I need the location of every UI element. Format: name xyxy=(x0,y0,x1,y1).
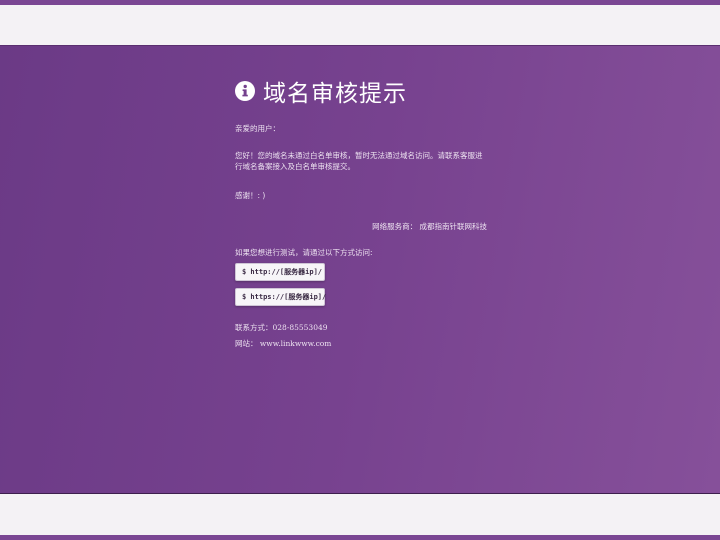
bottom-band xyxy=(0,494,720,535)
https-command-box[interactable]: $ https://[服务器ip]/ xyxy=(235,288,326,306)
notice-content: 域名审核提示 亲爱的用户： 您好！您的域名未通过白名单审核，暂时无法通过域名访问… xyxy=(235,76,487,348)
test-intro-text: 如果您想进行测试，请通过以下方式访问: xyxy=(235,248,373,257)
http-command-box[interactable]: $ http://[服务器ip]/ xyxy=(235,263,325,281)
website-label: 网站： xyxy=(235,339,258,348)
message-text: 您好！您的域名未通过白名单审核，暂时无法通过域名访问。请联系客服进行域名备案接入… xyxy=(235,151,483,171)
contact-phone: 028-85553049 xyxy=(272,323,328,332)
contact-label: 联系方式： xyxy=(235,323,273,332)
greeting-text: 亲爱的用户： xyxy=(235,124,280,133)
contact-info: 联系方式：028-85553049 xyxy=(235,322,328,333)
title-row: 域名审核提示 xyxy=(235,76,487,107)
website-link[interactable]: www.linkwww.com xyxy=(260,339,332,348)
website-info: 网站： www.linkwww.com xyxy=(235,338,331,349)
thanks-text: 感谢！: ) xyxy=(235,191,266,200)
main-panel: 域名审核提示 亲爱的用户： 您好！您的域名未通过白名单审核，暂时无法通过域名访问… xyxy=(0,45,720,494)
page-title: 域名审核提示 xyxy=(263,81,407,107)
provider-text: 网络服务商： 成都指南针联网科技 xyxy=(372,222,487,231)
info-circle-icon xyxy=(235,81,255,101)
bottom-accent-strip xyxy=(0,535,720,540)
top-band xyxy=(0,5,720,45)
